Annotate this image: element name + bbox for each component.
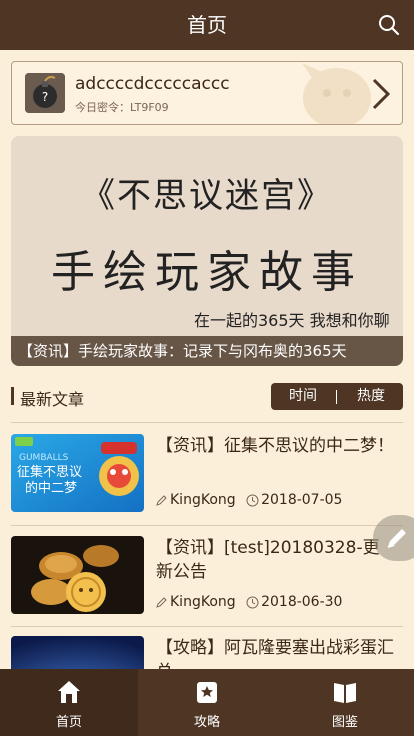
search-icon[interactable] (378, 14, 400, 36)
featured-banner[interactable]: 《不思议迷宫》 手绘玩家故事 在一起的365天 我想和你聊 【资讯】手绘玩家故事… (11, 136, 403, 366)
guide-icon (197, 682, 217, 703)
top-header: 首页 (0, 0, 414, 50)
banner-subtitle: 手绘玩家故事 (51, 247, 363, 298)
pencil-icon (156, 495, 167, 506)
section-title: 最新文章 (20, 390, 85, 409)
daily-password-label: 今日密令：LT9F09 (75, 101, 169, 114)
home-icon (58, 681, 80, 703)
article-date: 2018-07-05 (261, 492, 343, 508)
tab-home[interactable]: 首页 (0, 669, 138, 736)
article-meta: KingKong 2018-07-05 (156, 492, 342, 508)
article-thumbnail (11, 536, 144, 614)
thumbnail-text-1: 征集不思议 (17, 464, 82, 480)
page-title: 首页 (187, 13, 227, 37)
article-item[interactable]: 【资讯】[test]20180328-更新公告 KingKong 2018-06… (11, 536, 403, 616)
article-date: 2018-06-30 (261, 594, 343, 610)
sort-by-hot-button[interactable]: 热度 (339, 383, 403, 410)
article-title[interactable]: 【攻略】阿瓦隆要塞出战彩蛋汇总 (156, 636, 396, 669)
clock-icon (246, 596, 259, 608)
banner-tagline: 在一起的365天 我想和你聊 (194, 311, 390, 330)
tab-label: 图鉴 (331, 715, 358, 730)
divider (11, 525, 403, 526)
bottom-tab-bar: 首页 攻略 图鉴 (0, 669, 414, 736)
latest-articles-header: 最新文章 时间 热度 (11, 383, 403, 411)
edit-icon (387, 529, 406, 548)
sort-separator (336, 390, 337, 404)
article-thumbnail (11, 636, 144, 669)
tab-label: 攻略 (193, 715, 220, 730)
floating-edit-button[interactable] (373, 515, 414, 561)
daily-code-card[interactable]: ? adccccdcccccaccc 今日密令：LT9F09 (11, 61, 403, 125)
divider (11, 626, 403, 627)
banner-title: 《不思议迷宫》 (81, 176, 333, 216)
tab-guide[interactable]: 攻略 (138, 669, 276, 736)
section-accent-bar (11, 387, 14, 405)
article-thumbnail: GUMBALLS 征集不思议 的中二梦 (11, 434, 144, 512)
chevron-right-icon (372, 78, 391, 110)
sort-by-time-button[interactable]: 时间 (271, 383, 335, 410)
article-meta: KingKong 2018-06-30 (156, 594, 342, 610)
article-author: KingKong (170, 594, 236, 610)
article-item[interactable]: 【攻略】阿瓦隆要塞出战彩蛋汇总 (11, 636, 403, 669)
tab-codex[interactable]: 图鉴 (276, 669, 414, 736)
svg-text:?: ? (42, 90, 48, 104)
banner-caption[interactable]: 【资讯】手绘玩家故事：记录下与冈布奥的365天 (11, 336, 403, 366)
bomb-icon: ? (25, 73, 65, 113)
tab-label: 首页 (55, 715, 82, 730)
thumbnail-text-2: 的中二梦 (25, 480, 77, 496)
daily-code-text: adccccdcccccaccc (75, 74, 230, 94)
clock-icon (246, 494, 259, 506)
pencil-icon (156, 597, 167, 608)
divider (11, 422, 403, 423)
thumbnail-tag: GUMBALLS (19, 453, 69, 463)
book-icon (334, 683, 356, 703)
article-title[interactable]: 【资讯】征集不思议的中二梦！ (156, 434, 396, 458)
article-title[interactable]: 【资讯】[test]20180328-更新公告 (156, 536, 396, 584)
article-author: KingKong (170, 492, 236, 508)
mascot-watermark-icon (302, 63, 371, 124)
sort-toggle: 时间 热度 (271, 383, 403, 410)
article-item[interactable]: GUMBALLS 征集不思议 的中二梦 【资讯】征集不思议的中二梦！ KingK… (11, 434, 403, 514)
